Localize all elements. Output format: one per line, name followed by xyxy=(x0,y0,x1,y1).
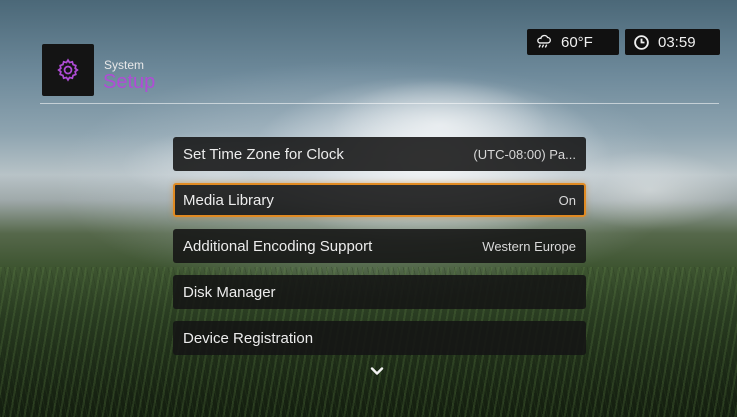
menu-item-label: Disk Manager xyxy=(183,283,276,301)
menu-item-value: On xyxy=(558,192,576,208)
section-label: System xyxy=(104,58,145,72)
menu-item-label: Media Library xyxy=(183,191,274,209)
menu-item-device-registration[interactable]: Device Registration xyxy=(173,321,586,355)
menu-item-media-library[interactable]: Media Library On xyxy=(173,183,586,217)
clock-value: 03:59 xyxy=(658,33,696,51)
weather-badge: 60°F xyxy=(527,29,619,55)
clock-icon xyxy=(633,34,650,51)
gear-icon xyxy=(55,57,81,83)
setup-screen: System Setup 60°F 03:59 Set Time Zone fo… xyxy=(0,0,737,417)
menu-item-value: (UTC-08:00) Pa... xyxy=(473,146,576,162)
menu-item-value: Western Europe xyxy=(482,238,576,254)
clock-badge: 03:59 xyxy=(625,29,720,55)
background-cloud xyxy=(560,150,737,230)
menu-item-set-time-zone[interactable]: Set Time Zone for Clock (UTC-08:00) Pa..… xyxy=(173,137,586,171)
page-title: Setup xyxy=(103,71,156,93)
menu-item-disk-manager[interactable]: Disk Manager xyxy=(173,275,586,309)
menu-item-label: Set Time Zone for Clock xyxy=(183,145,344,163)
temperature-value: 60°F xyxy=(561,33,593,51)
menu-item-label: Additional Encoding Support xyxy=(183,237,373,255)
header-divider xyxy=(40,103,719,104)
menu-item-additional-encoding-support[interactable]: Additional Encoding Support Western Euro… xyxy=(173,229,586,263)
chevron-down-icon[interactable] xyxy=(369,364,385,376)
menu-item-label: Device Registration xyxy=(183,329,314,347)
settings-app-icon xyxy=(42,44,94,96)
cloud-rain-icon xyxy=(535,33,553,51)
